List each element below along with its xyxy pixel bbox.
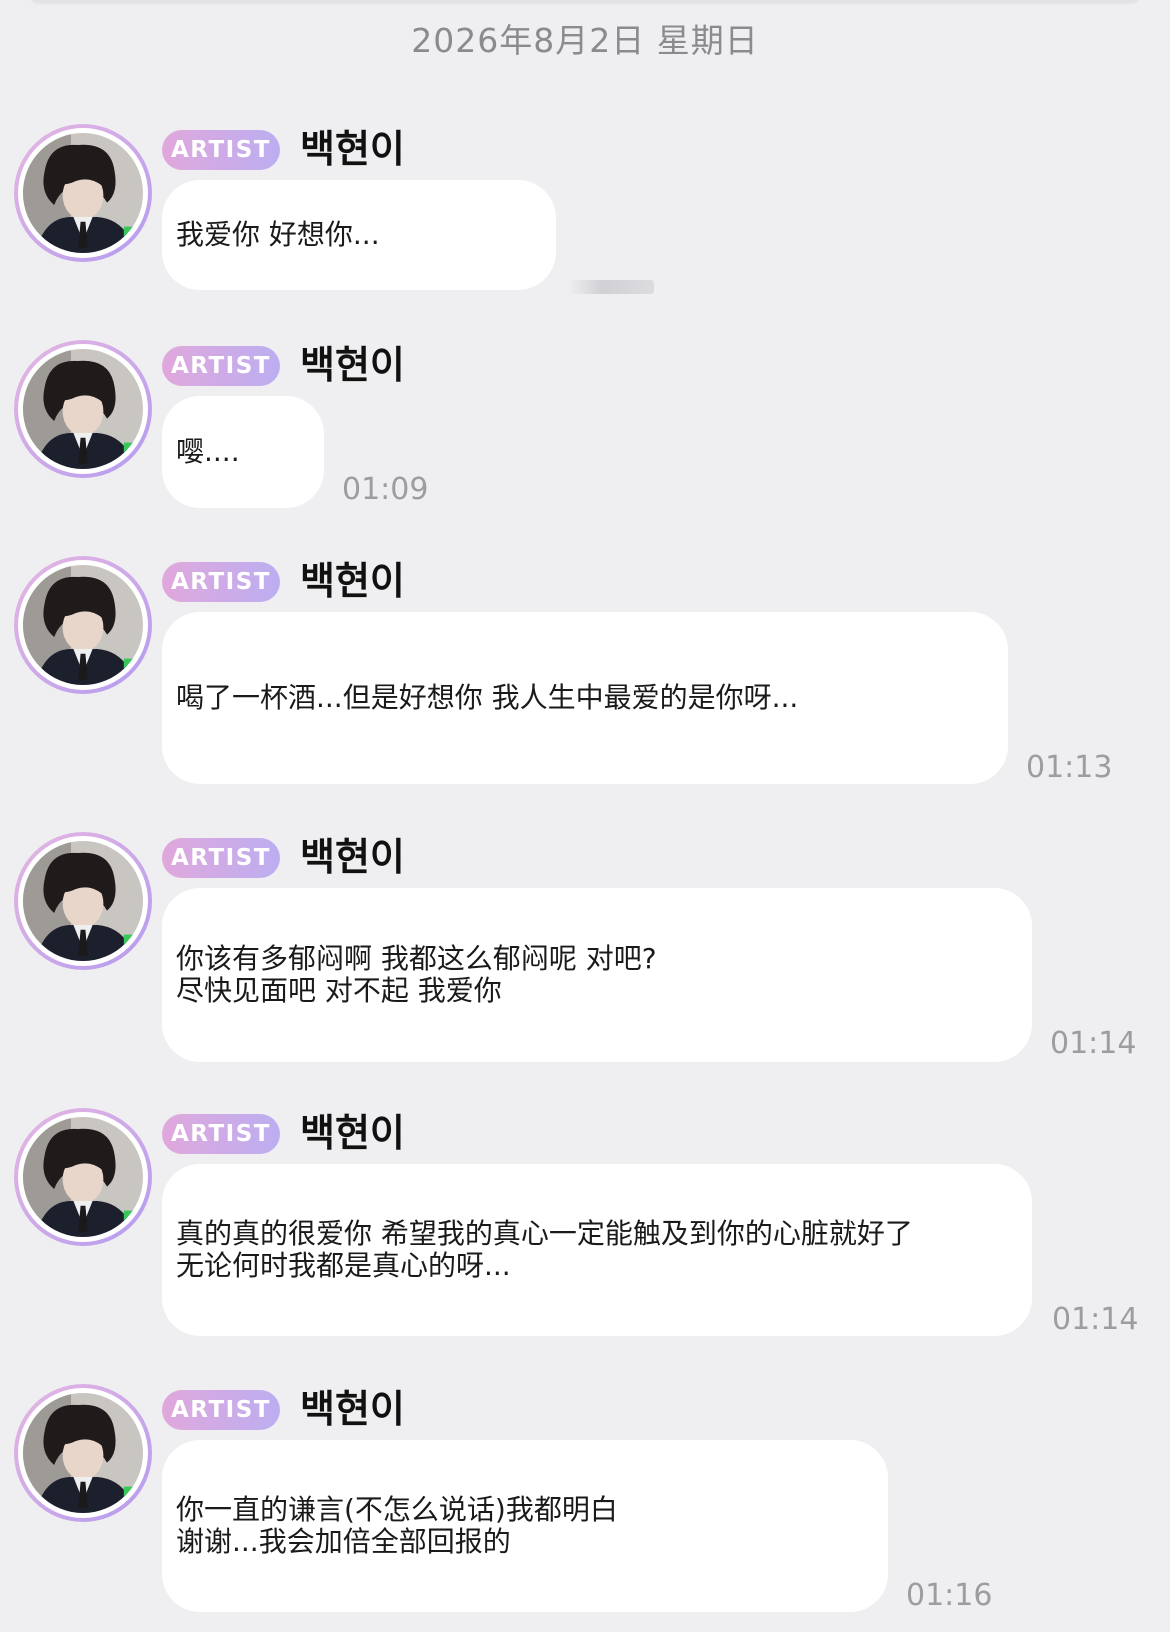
message-time: 01:16 (906, 1578, 993, 1613)
avatar-photo (23, 841, 143, 961)
artist-badge: ARTIST (162, 130, 280, 170)
sender-name[interactable]: 백현이 (300, 1108, 405, 1158)
message-bubble[interactable]: 我爱你 好想你... (162, 180, 556, 290)
top-bar-shadow (30, 0, 1140, 2)
message-text: 你一直的谦言(不怎么说话)我都明白 谢谢...我会加倍全部回报的 (176, 1493, 618, 1558)
message-row: ARTIST 백현이 嘤.... 01:09 (0, 340, 1170, 510)
sender-name[interactable]: 백현이 (300, 556, 405, 606)
sender-name[interactable]: 백현이 (300, 340, 405, 390)
message-row: ARTIST 백현이 我爱你 好想你... (0, 124, 1170, 294)
avatar[interactable] (14, 124, 152, 262)
message-bubble[interactable]: 你一直的谦言(不怎么说话)我都明白 谢谢...我会加倍全部回报的 (162, 1440, 888, 1612)
avatar-photo (23, 1393, 143, 1513)
message-text: 真的真的很爱你 希望我的真心一定能触及到你的心脏就好了 无论何时我都是真心的呀.… (176, 1217, 913, 1282)
avatar[interactable] (14, 340, 152, 478)
message-row: ARTIST 백현이 真的真的很爱你 希望我的真心一定能触及到你的心脏就好了 无… (0, 1108, 1170, 1338)
message-row: ARTIST 백현이 喝了一杯酒...但是好想你 我人生中最爱的是你呀... 0… (0, 556, 1170, 786)
artist-badge: ARTIST (162, 838, 280, 878)
message-bubble[interactable]: 你该有多郁闷啊 我都这么郁闷呢 对吧? 尽快见面吧 对不起 我爱你 (162, 888, 1032, 1062)
message-time: 01:13 (1026, 750, 1113, 785)
message-row: ARTIST 백현이 你一直的谦言(不怎么说话)我都明白 谢谢...我会加倍全部… (0, 1384, 1170, 1614)
message-text: 喝了一杯酒...但是好想你 我人生中最爱的是你呀... (176, 681, 799, 714)
blurred-timestamp (568, 280, 654, 294)
message-time: 01:14 (1052, 1302, 1139, 1337)
artist-badge: ARTIST (162, 562, 280, 602)
artist-badge: ARTIST (162, 1114, 280, 1154)
sender-name[interactable]: 백현이 (300, 1384, 405, 1434)
avatar-photo (23, 565, 143, 685)
avatar-photo (23, 349, 143, 469)
sender-name[interactable]: 백현이 (300, 124, 405, 174)
avatar-photo (23, 1117, 143, 1237)
message-text: 我爱你 好想你... (176, 218, 380, 251)
avatar[interactable] (14, 1108, 152, 1246)
artist-badge: ARTIST (162, 1390, 280, 1430)
message-text: 你该有多郁闷啊 我都这么郁闷呢 对吧? 尽快见面吧 对不起 我爱你 (176, 942, 657, 1007)
avatar[interactable] (14, 832, 152, 970)
avatar-photo (23, 133, 143, 253)
message-text: 嘤.... (176, 435, 240, 468)
message-time: 01:09 (342, 472, 429, 507)
date-header: 2026年8月2日 星期日 (411, 21, 759, 60)
message-bubble[interactable]: 喝了一杯酒...但是好想你 我人生中最爱的是你呀... (162, 612, 1008, 784)
message-bubble[interactable]: 嘤.... (162, 396, 324, 508)
message-row: ARTIST 백현이 你该有多郁闷啊 我都这么郁闷呢 对吧? 尽快见面吧 对不起… (0, 832, 1170, 1062)
message-bubble[interactable]: 真的真的很爱你 希望我的真心一定能触及到你的心脏就好了 无论何时我都是真心的呀.… (162, 1164, 1032, 1336)
avatar[interactable] (14, 1384, 152, 1522)
artist-badge: ARTIST (162, 346, 280, 386)
message-time: 01:14 (1050, 1026, 1137, 1061)
sender-name[interactable]: 백현이 (300, 832, 405, 882)
avatar[interactable] (14, 556, 152, 694)
